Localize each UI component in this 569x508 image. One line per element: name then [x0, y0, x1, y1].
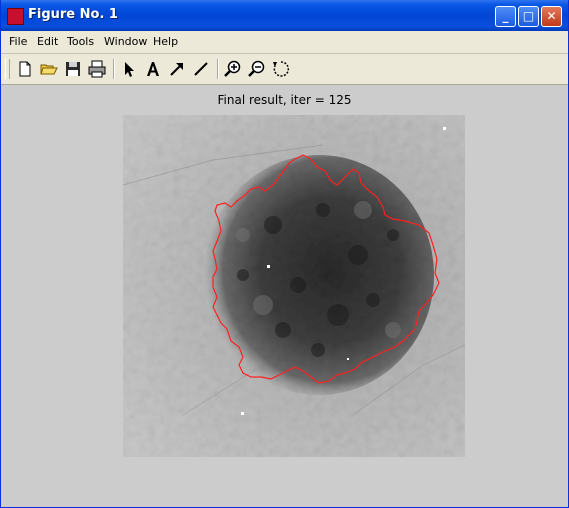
- close-button[interactable]: ✕: [541, 6, 562, 27]
- menu-help[interactable]: Help: [153, 35, 178, 48]
- axes-title: Final result, iter = 125: [217, 93, 352, 107]
- save-icon[interactable]: [63, 59, 83, 79]
- minimize-button[interactable]: _: [495, 6, 516, 27]
- insert-arrow-icon[interactable]: [167, 59, 187, 79]
- lesion-image: [122, 115, 466, 457]
- zoom-in-icon[interactable]: [223, 59, 243, 79]
- select-arrow-icon[interactable]: [119, 59, 139, 79]
- image-axes[interactable]: [122, 115, 466, 457]
- open-file-icon[interactable]: [39, 59, 59, 79]
- figure-window: Figure No. 1 _ □ ✕ File Edit Tools Windo…: [0, 0, 569, 508]
- figure-canvas: Final result, iter = 125: [1, 85, 568, 507]
- new-figure-icon[interactable]: [15, 59, 35, 79]
- figure-toolbar: [1, 54, 568, 85]
- insert-line-icon[interactable]: [191, 59, 211, 79]
- matlab-app-icon[interactable]: [7, 8, 24, 25]
- toolbar-separator: [217, 59, 219, 79]
- maximize-button[interactable]: □: [518, 6, 539, 27]
- toolbar-grip[interactable]: [5, 59, 10, 79]
- title-bar[interactable]: Figure No. 1 _ □ ✕: [1, 0, 568, 31]
- print-icon[interactable]: [87, 59, 107, 79]
- menu-file[interactable]: File: [9, 35, 27, 48]
- insert-text-icon[interactable]: [143, 59, 163, 79]
- menu-tools[interactable]: Tools: [67, 35, 94, 48]
- menu-window[interactable]: Window: [104, 35, 147, 48]
- menu-bar: File Edit Tools Window Help: [1, 31, 568, 54]
- window-title: Figure No. 1: [28, 7, 118, 22]
- zoom-out-icon[interactable]: [247, 59, 267, 79]
- toolbar-separator: [113, 59, 115, 79]
- menu-edit[interactable]: Edit: [37, 35, 58, 48]
- rotate-icon[interactable]: [271, 59, 291, 79]
